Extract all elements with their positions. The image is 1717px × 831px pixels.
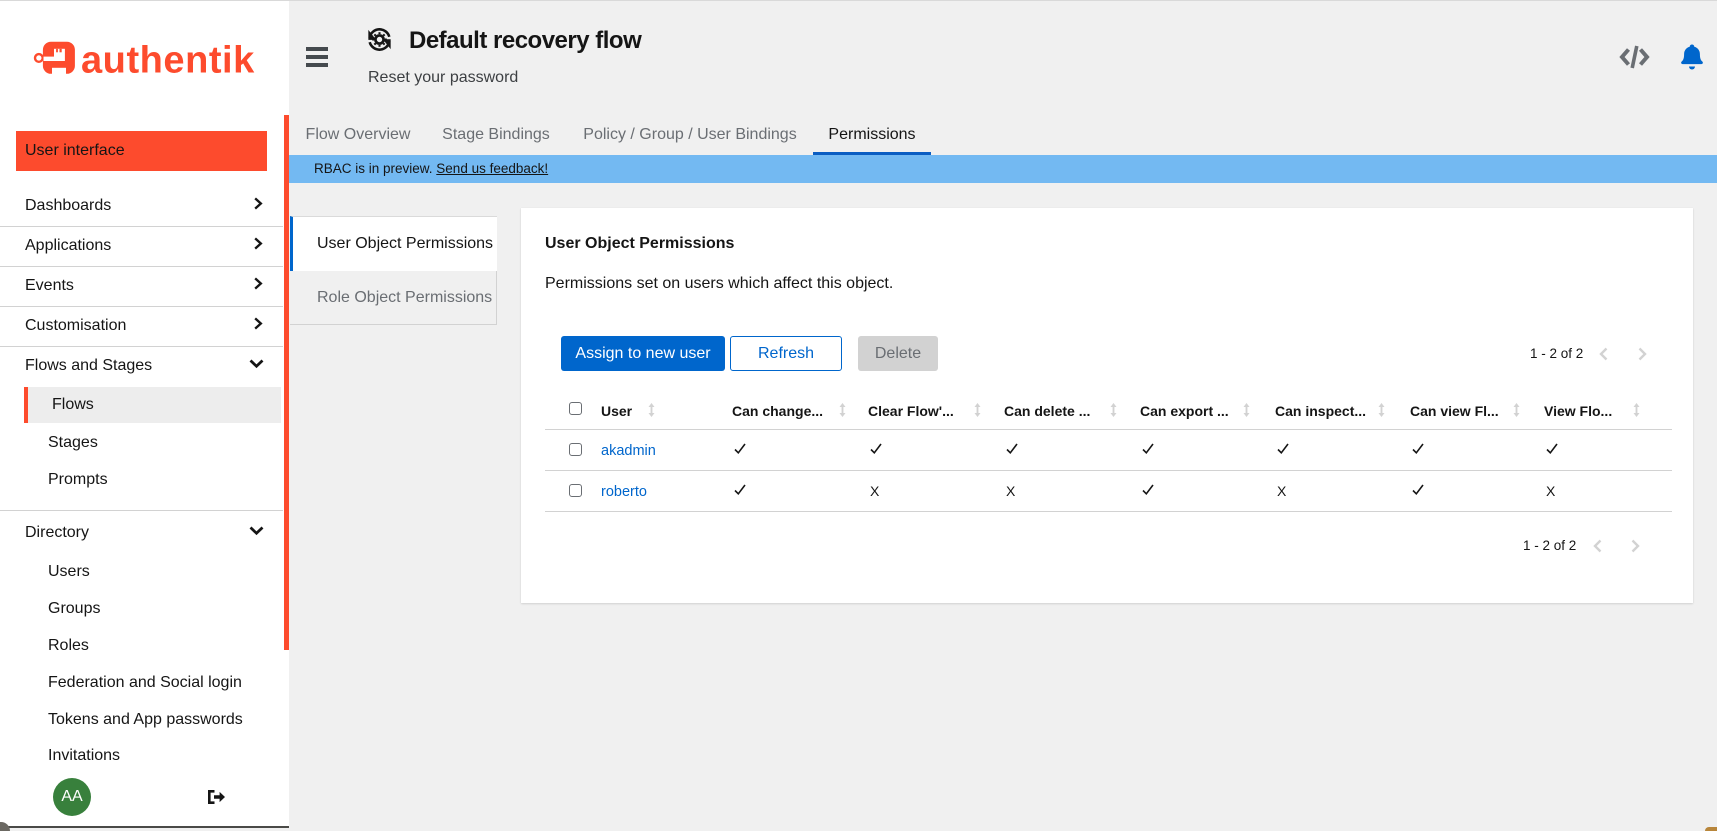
svg-text:authentik: authentik [81, 39, 255, 81]
